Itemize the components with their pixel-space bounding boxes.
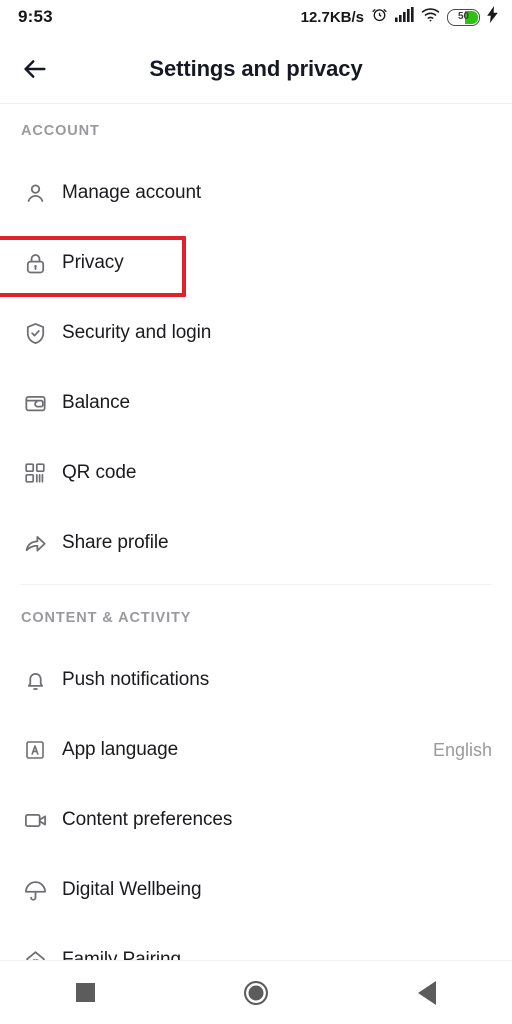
settings-row-digital-wellbeing[interactable]: Digital Wellbeing: [0, 855, 512, 925]
share-arrow-icon: [20, 528, 50, 558]
circle-home-icon[interactable]: [216, 961, 296, 1024]
wifi-icon: [421, 7, 440, 27]
battery-indicator: 50: [447, 8, 480, 26]
settings-row-label: QR code: [62, 462, 137, 483]
square-recents-icon[interactable]: [45, 961, 125, 1024]
page-title: Settings and privacy: [149, 55, 363, 81]
settings-row-balance[interactable]: Balance: [0, 368, 512, 438]
settings-and-privacy-screen: 9:53 12.7KB/s 50 Settings and privacy AC…: [0, 0, 512, 1024]
settings-row-qr-code[interactable]: QR code: [0, 438, 512, 508]
lock-icon: [20, 248, 50, 278]
recents-square-glyph: [75, 983, 95, 1002]
settings-row-content-preferences[interactable]: Content preferences: [0, 785, 512, 855]
settings-row-label: Family Pairing: [62, 949, 181, 960]
letter-a-box-icon: [20, 735, 50, 765]
settings-row-label: Balance: [62, 392, 130, 413]
page-header: Settings and privacy: [0, 34, 512, 103]
triangle-back-icon[interactable]: [387, 961, 467, 1024]
settings-row-label: App language: [62, 739, 179, 760]
app-language-value: English: [432, 739, 492, 760]
video-camera-icon: [20, 805, 50, 835]
charging-bolt-icon: [487, 6, 498, 28]
settings-row-label: Share profile: [62, 532, 169, 553]
alarm-clock-icon: [371, 6, 388, 28]
section-header-account: ACCOUNT: [21, 123, 100, 139]
qr-code-icon: [20, 458, 50, 488]
settings-row-label: Digital Wellbeing: [62, 879, 202, 900]
person-icon: [20, 178, 50, 208]
settings-row-label: Privacy: [62, 252, 124, 273]
settings-row-label: Content preferences: [62, 809, 233, 830]
settings-row-share-profile[interactable]: Share profile: [0, 508, 512, 578]
section-header-content-activity: CONTENT & ACTIVITY: [21, 610, 192, 626]
shield-check-icon: [20, 318, 50, 348]
bell-icon: [20, 665, 50, 695]
settings-list: ACCOUNT Manage account Privacy Security …: [0, 104, 512, 960]
settings-row-label: Security and login: [62, 322, 212, 343]
settings-row-manage-account[interactable]: Manage account: [0, 158, 512, 228]
status-time: 9:53: [18, 7, 53, 26]
back-arrow-icon[interactable]: [14, 48, 56, 90]
status-icons: 12.7KB/s 50: [301, 6, 498, 28]
umbrella-icon: [20, 875, 50, 905]
settings-row-push-notifications[interactable]: Push notifications: [0, 645, 512, 715]
settings-row-app-language[interactable]: App language English: [0, 715, 512, 785]
system-navigation-bar: [0, 960, 512, 1024]
cellular-signal-icon: [395, 7, 414, 27]
settings-row-privacy[interactable]: Privacy: [0, 228, 512, 298]
network-speed-text: 12.7KB/s: [300, 8, 364, 26]
wallet-icon: [20, 388, 50, 418]
settings-row-family-pairing[interactable]: Family Pairing: [0, 925, 512, 960]
status-bar: 9:53 12.7KB/s 50: [0, 0, 512, 34]
settings-row-label: Push notifications: [62, 669, 210, 690]
back-triangle-glyph: [417, 980, 436, 1005]
section-divider: [20, 584, 492, 585]
house-heart-icon: [20, 945, 50, 960]
battery-level-text: 50: [457, 11, 470, 22]
home-circle-glyph: [243, 980, 268, 1005]
settings-row-label: Manage account: [62, 182, 202, 203]
settings-row-security-and-login[interactable]: Security and login: [0, 298, 512, 368]
